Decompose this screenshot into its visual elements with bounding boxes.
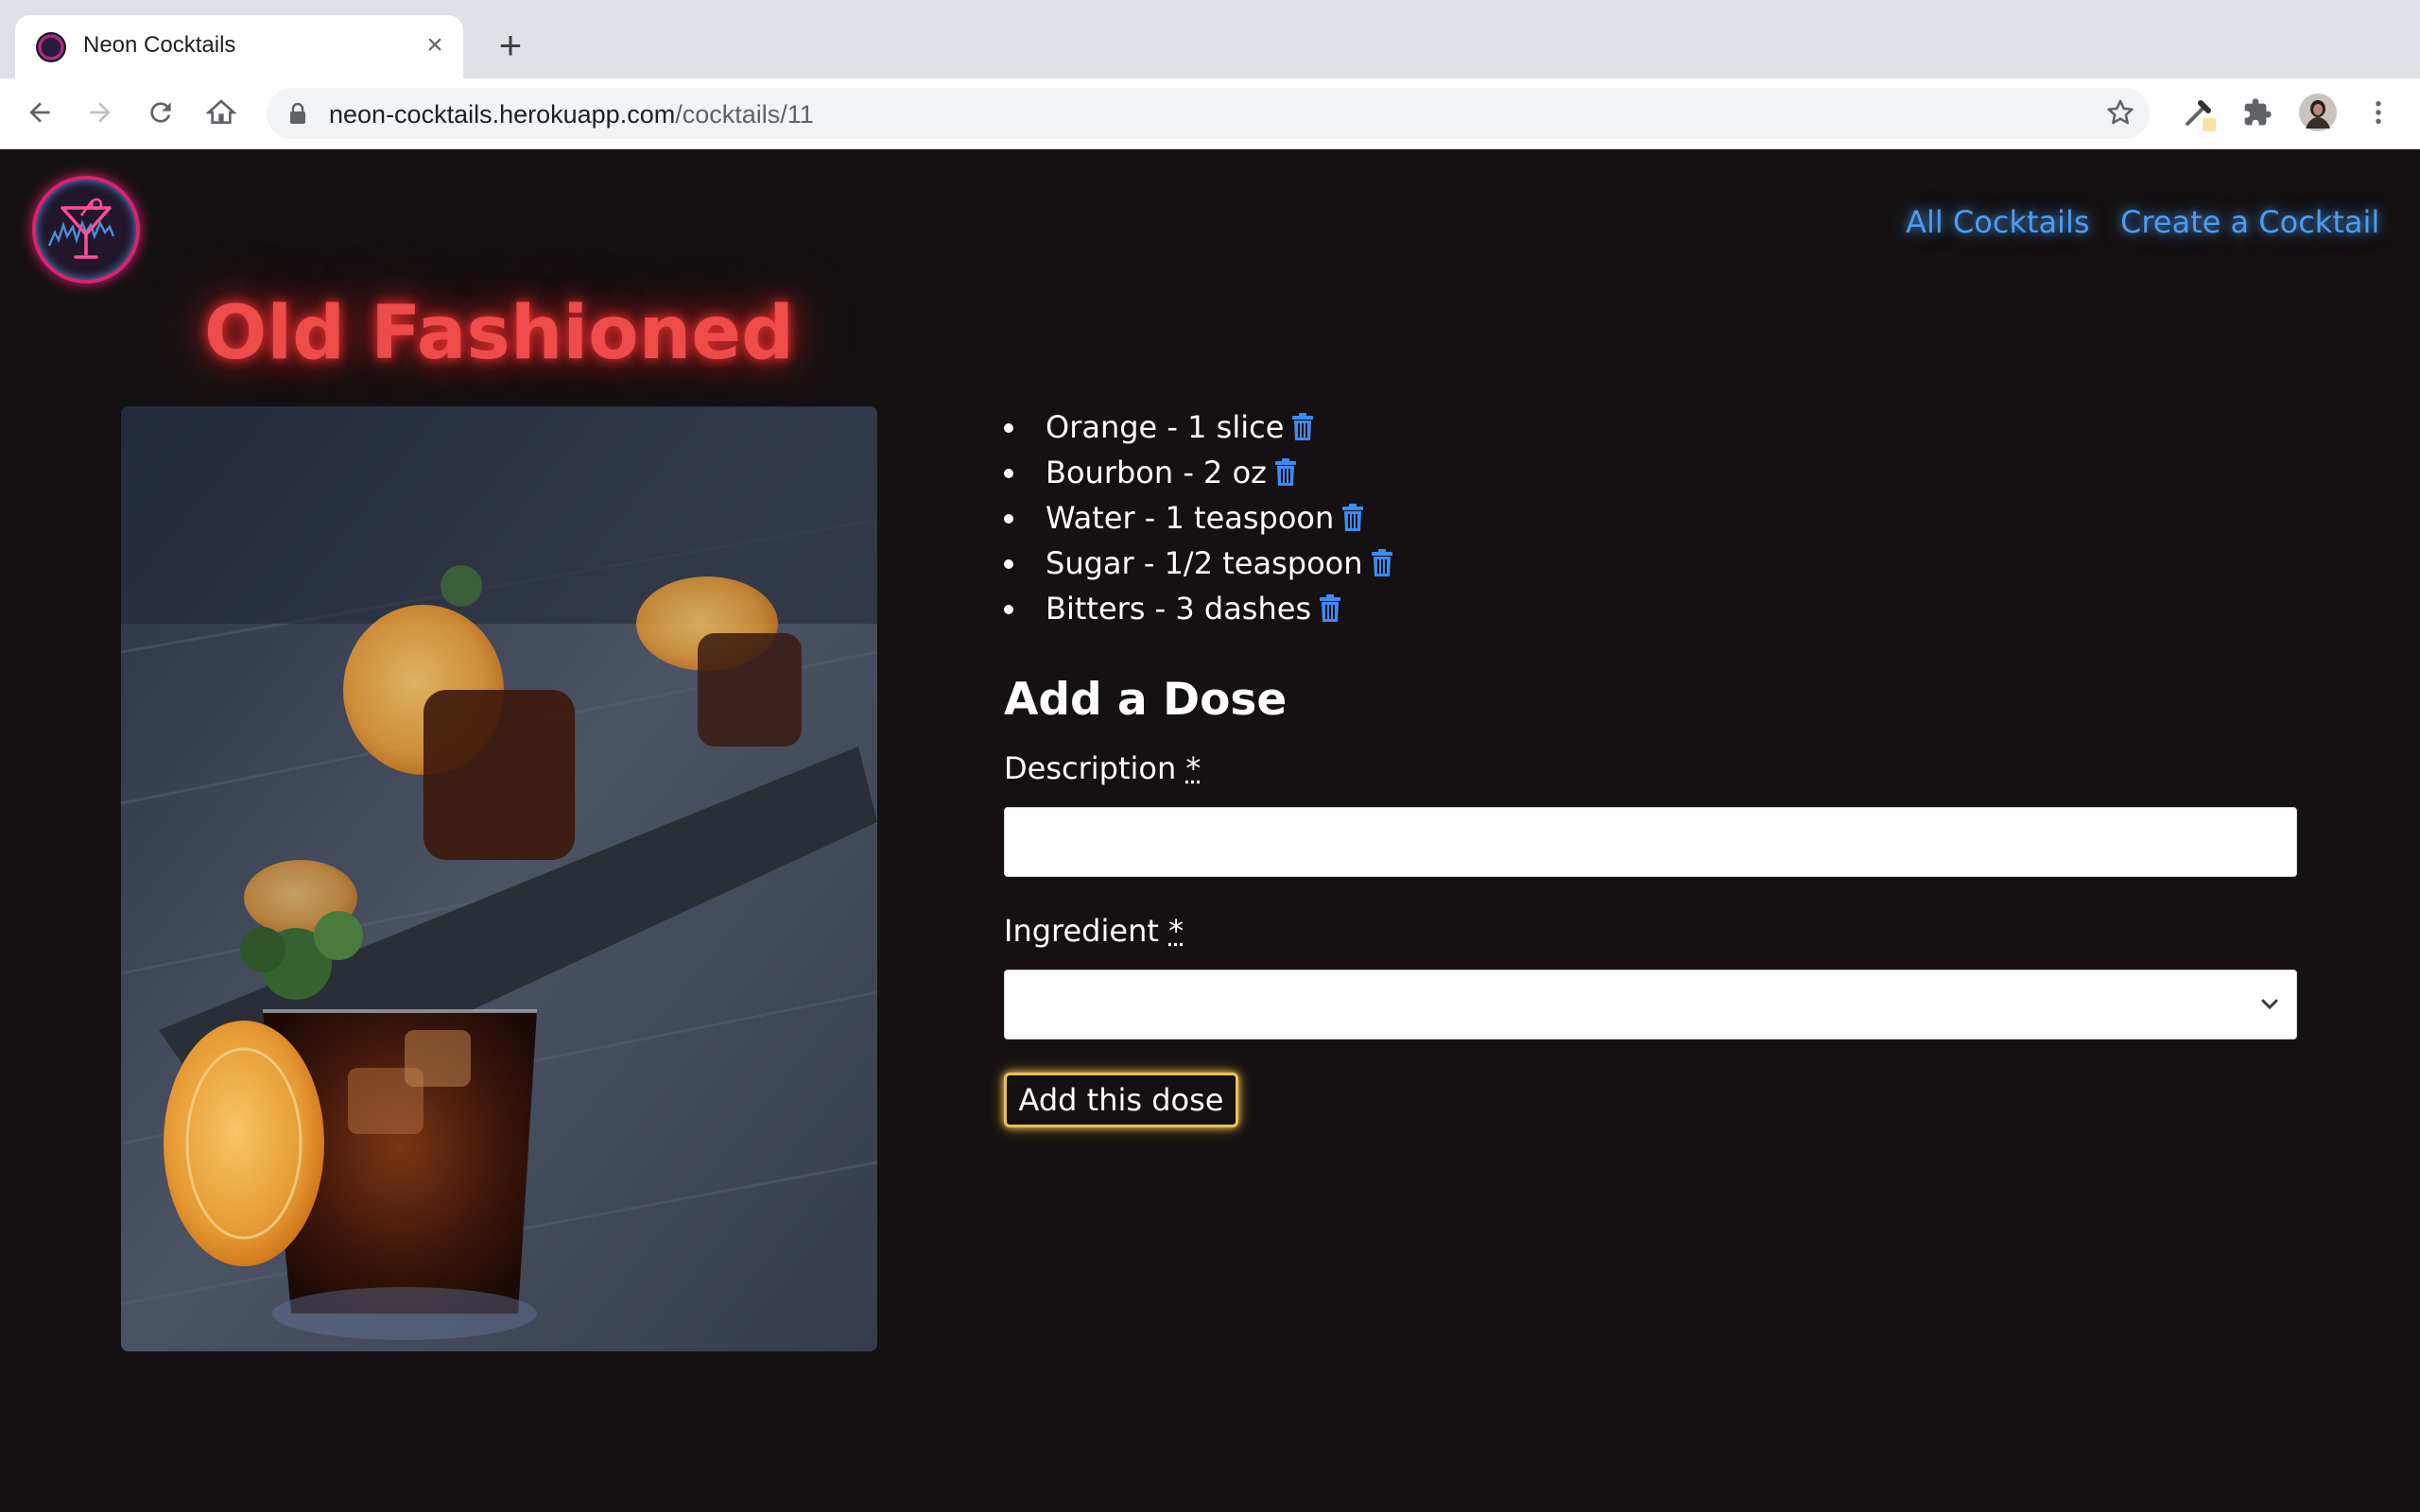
- list-item: Bitters - 3 dashes: [1002, 586, 1393, 631]
- trash-icon[interactable]: [1291, 408, 1314, 454]
- nav-all-cocktails[interactable]: All Cocktails: [1906, 204, 2090, 240]
- profile-avatar[interactable]: [2297, 92, 2339, 133]
- new-tab-button[interactable]: +: [492, 26, 529, 65]
- cocktail-glass-icon: [47, 198, 115, 259]
- chevron-down-icon: [2260, 997, 2279, 1016]
- page-body: All Cocktails Create a Cocktail Old Fash…: [0, 149, 2420, 1512]
- dose-text: Bitters - 3 dashes: [1046, 591, 1312, 627]
- tab-close-icon[interactable]: ×: [418, 28, 452, 62]
- list-item: Sugar - 1/2 teaspoon: [1002, 541, 1393, 586]
- list-item: Bourbon - 2 oz: [1002, 450, 1393, 495]
- trash-icon[interactable]: [1341, 499, 1364, 544]
- browser-tab-strip: Neon Cocktails × +: [0, 0, 2420, 78]
- add-dose-button[interactable]: Add this dose: [1004, 1073, 1238, 1127]
- trash-icon[interactable]: [1274, 454, 1297, 499]
- list-item: Orange - 1 slice: [1002, 404, 1393, 450]
- dose-list: Orange - 1 slice Bourbon - 2 oz Water - …: [1002, 404, 1393, 631]
- tab-favicon-icon: [36, 32, 66, 62]
- list-item: Water - 1 teaspoon: [1002, 495, 1393, 541]
- address-bar[interactable]: neon-cocktails.herokuapp.com/cocktails/1…: [267, 88, 2150, 139]
- dose-text: Water - 1 teaspoon: [1046, 500, 1335, 536]
- ingredient-label: Ingredient *: [1004, 913, 1184, 949]
- eyedropper-extension-icon[interactable]: [2178, 92, 2220, 133]
- cocktail-title: Old Fashioned: [204, 291, 794, 376]
- dose-text: Sugar - 1/2 teaspoon: [1046, 545, 1363, 581]
- lock-icon: [289, 102, 306, 129]
- url-host: neon-cocktails.herokuapp.com: [329, 100, 676, 129]
- form-title: Add a Dose: [1004, 674, 1288, 726]
- reload-icon[interactable]: [140, 92, 182, 133]
- trash-icon[interactable]: [1371, 544, 1393, 590]
- browser-toolbar: neon-cocktails.herokuapp.com/cocktails/1…: [0, 78, 2420, 149]
- required-mark: *: [1168, 913, 1184, 949]
- url-path: /cocktails/11: [675, 100, 814, 129]
- dose-text: Bourbon - 2 oz: [1046, 455, 1267, 490]
- ingredient-select[interactable]: [1004, 970, 2297, 1040]
- back-arrow-icon[interactable]: [19, 92, 60, 133]
- trash-icon[interactable]: [1319, 590, 1341, 635]
- forward-arrow-icon[interactable]: [79, 92, 121, 133]
- puzzle-icon[interactable]: [2237, 92, 2278, 133]
- tab-title: Neon Cocktails: [83, 32, 236, 58]
- browser-tab[interactable]: Neon Cocktails ×: [15, 15, 463, 78]
- site-logo[interactable]: [32, 176, 140, 284]
- nav-create-cocktail[interactable]: Create a Cocktail: [2120, 204, 2379, 240]
- home-icon[interactable]: [200, 92, 242, 133]
- required-mark: *: [1185, 750, 1201, 786]
- url-text[interactable]: neon-cocktails.herokuapp.com/cocktails/1…: [329, 100, 814, 129]
- ingredient-label-text: Ingredient: [1004, 913, 1159, 949]
- kebab-menu-icon[interactable]: [2358, 92, 2399, 133]
- description-input[interactable]: [1004, 807, 2297, 877]
- description-label-text: Description: [1004, 750, 1177, 786]
- description-label: Description *: [1004, 750, 1201, 786]
- cocktail-photo: [121, 406, 877, 1351]
- dose-text: Orange - 1 slice: [1046, 409, 1285, 445]
- star-icon[interactable]: [2104, 96, 2136, 132]
